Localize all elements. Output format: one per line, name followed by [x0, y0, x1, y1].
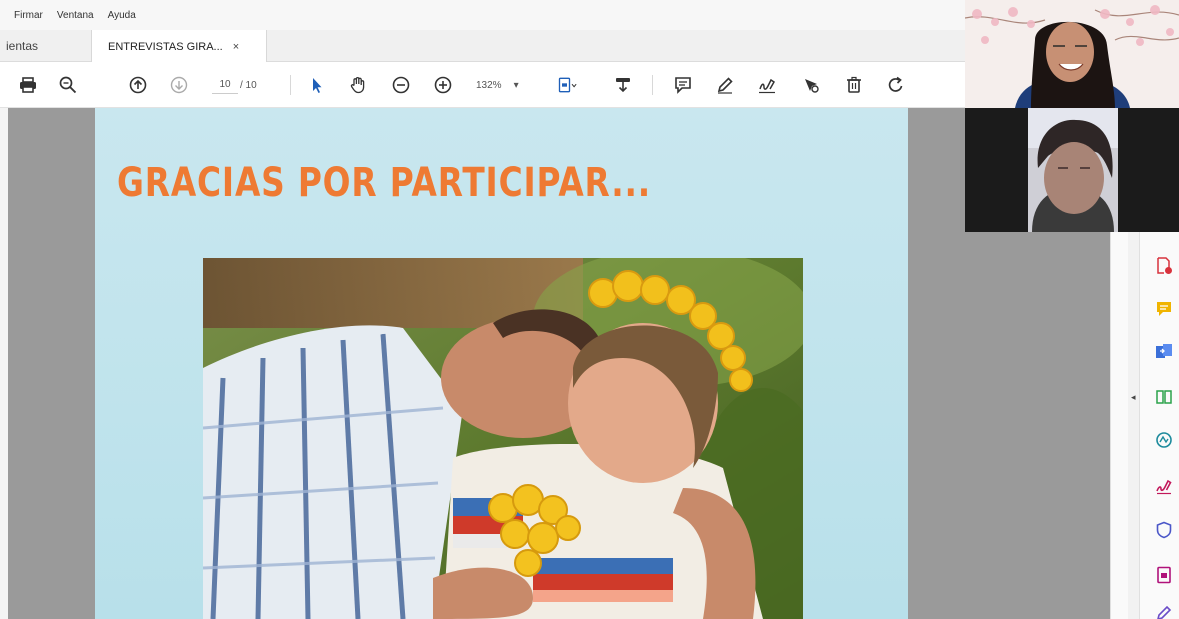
- protect-icon[interactable]: [1154, 520, 1174, 540]
- select-arrow-icon[interactable]: [306, 74, 328, 96]
- highlight-pen-icon[interactable]: [714, 74, 736, 96]
- rotate-icon[interactable]: [885, 74, 907, 96]
- tab-label: ENTREVISTAS GIRA...: [108, 40, 223, 53]
- fit-page-icon[interactable]: [556, 74, 578, 96]
- zoom-minus-icon[interactable]: [390, 74, 412, 96]
- tab-herramientas[interactable]: ientas: [0, 30, 92, 62]
- participant-video-2[interactable]: [965, 108, 1179, 232]
- collapse-arrow-icon[interactable]: ◂: [1131, 392, 1136, 403]
- close-icon[interactable]: ×: [233, 41, 239, 53]
- menu-item-ventana[interactable]: Ventana: [57, 10, 94, 21]
- zoom-value: 132%: [476, 79, 502, 91]
- sign-icon[interactable]: [756, 74, 778, 96]
- organize-pages-icon[interactable]: [1154, 387, 1174, 407]
- chevron-down-icon: ▾: [513, 79, 519, 91]
- scroll-mode-icon[interactable]: [612, 74, 634, 96]
- hand-tool-icon[interactable]: [347, 74, 369, 96]
- slide-page: GRACIAS POR PARTICIPAR...: [95, 108, 908, 619]
- slide-title: GRACIAS POR PARTICIPAR...: [117, 160, 652, 206]
- zoom-dropdown[interactable]: 132% ▾: [476, 76, 538, 94]
- menu-item-firmar[interactable]: Firmar: [14, 10, 43, 21]
- tools-panel-toggle[interactable]: [1128, 232, 1140, 619]
- compress-icon[interactable]: [1154, 565, 1174, 585]
- toolbar: 10 / 10 132% ▾: [0, 62, 965, 108]
- tab-label: ientas: [6, 39, 39, 53]
- menu-item-ayuda[interactable]: Ayuda: [108, 10, 136, 21]
- comment-icon[interactable]: [672, 74, 694, 96]
- participant-video-frame: [1028, 108, 1118, 232]
- zoom-plus-icon[interactable]: [432, 74, 454, 96]
- print-icon[interactable]: [17, 74, 39, 96]
- app-window: Firmar Ventana Ayuda ientas ENTREVISTAS …: [0, 0, 1179, 619]
- tab-document[interactable]: ENTREVISTAS GIRA... ×: [92, 30, 267, 63]
- edit-pen-icon[interactable]: [1154, 603, 1174, 619]
- participant-video-1[interactable]: [965, 0, 1179, 108]
- stamp-icon[interactable]: [800, 74, 822, 96]
- menu-bar: Firmar Ventana Ayuda: [0, 0, 965, 30]
- toolbar-divider: [652, 75, 653, 95]
- search-icon[interactable]: [57, 74, 79, 96]
- fill-sign-icon[interactable]: [1154, 430, 1174, 450]
- page-total-label: / 10: [240, 79, 257, 91]
- tools-panel: [1110, 232, 1179, 619]
- combine-files-icon[interactable]: [1154, 342, 1174, 362]
- comment-tool-icon[interactable]: [1154, 299, 1174, 319]
- delete-icon[interactable]: [843, 74, 865, 96]
- tab-bar: ientas ENTREVISTAS GIRA... ×: [0, 30, 965, 63]
- page-up-icon[interactable]: [127, 74, 149, 96]
- export-pdf-icon[interactable]: [1154, 256, 1174, 276]
- viewer-left-edge: [0, 108, 8, 619]
- sign-pen-icon[interactable]: [1154, 476, 1174, 496]
- toolbar-divider: [290, 75, 291, 95]
- page-down-icon[interactable]: [168, 74, 190, 96]
- slide-photo: [203, 258, 803, 619]
- page-number-input[interactable]: 10: [212, 76, 238, 94]
